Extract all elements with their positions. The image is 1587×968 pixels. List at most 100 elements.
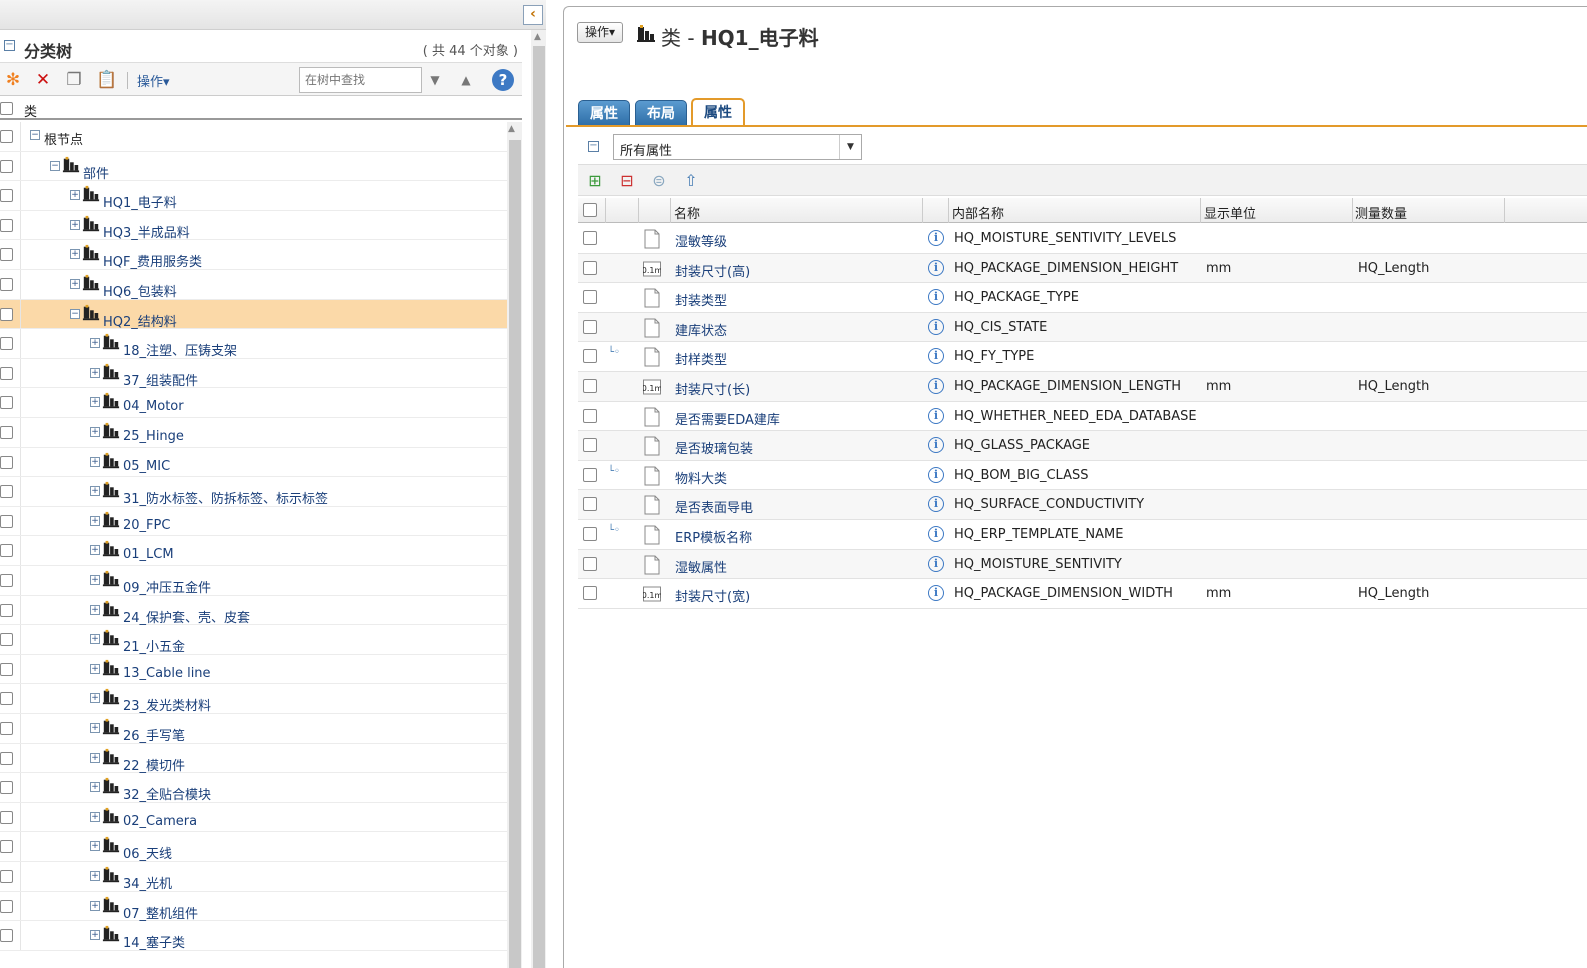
tree-row-checkbox[interactable]	[0, 278, 13, 291]
expand-node-icon[interactable]: +	[90, 456, 100, 467]
attribute-name[interactable]: 湿敏属性	[675, 557, 727, 576]
expand-node-icon[interactable]: +	[90, 397, 100, 408]
new-icon[interactable]: ✻	[3, 70, 23, 90]
tree-row-checkbox[interactable]	[0, 574, 13, 587]
column-display-unit[interactable]: 显示单位	[1204, 203, 1256, 222]
attribute-row[interactable]: └◦ 封样类型 i HQ_FY_TYPE	[578, 342, 1587, 372]
expand-node-icon[interactable]: +	[90, 367, 100, 378]
tree-row-checkbox[interactable]	[0, 396, 13, 410]
attribute-row[interactable]: 封装类型 i HQ_PACKAGE_TYPE	[578, 283, 1587, 313]
tree-row-checkbox[interactable]	[0, 426, 13, 439]
info-icon[interactable]: i	[928, 496, 944, 513]
tree-node-label[interactable]: HQ2_结构料	[103, 311, 177, 330]
info-icon[interactable]: i	[928, 555, 944, 572]
expand-node-icon[interactable]: +	[90, 841, 100, 852]
expand-node-icon[interactable]: +	[90, 811, 100, 822]
tree-row[interactable]: +24_保护套、壳、皮套	[0, 595, 507, 626]
tree-row-checkbox[interactable]	[0, 781, 13, 795]
attribute-name[interactable]: 建库状态	[675, 320, 727, 339]
tree-row[interactable]: +25_Hinge	[0, 418, 507, 448]
attribute-filter-select[interactable]: 所有属性 ▼	[613, 134, 862, 160]
tree-scroll-up-arrow[interactable]: ▲	[508, 124, 515, 134]
tree-node-label[interactable]: 13_Cable line	[123, 666, 211, 681]
tree-node-label[interactable]: 26_手写笔	[123, 725, 185, 744]
collapse-panel-button[interactable]: ‹	[523, 5, 543, 25]
expand-node-icon[interactable]: +	[90, 871, 100, 881]
tree-row[interactable]: − HQ2_结构料	[0, 299, 507, 330]
expand-node-icon[interactable]: +	[90, 427, 100, 437]
expand-node-icon[interactable]: +	[90, 545, 100, 556]
attribute-row-checkbox[interactable]	[583, 438, 597, 453]
expand-node-icon[interactable]: +	[70, 190, 80, 201]
info-icon[interactable]: i	[928, 289, 944, 306]
tree-node-label[interactable]: 18_注塑、压铸支架	[123, 340, 237, 359]
tree-operations-menu[interactable]: 操作▾	[137, 71, 170, 90]
tree-row[interactable]: +21_小五金	[0, 625, 507, 655]
tree-node-label[interactable]: 14_塞子类	[123, 932, 185, 951]
tree-node-label[interactable]: HQ6_包装料	[103, 281, 177, 300]
collapse-filter-icon[interactable]: −	[588, 141, 599, 152]
attribute-row-checkbox[interactable]	[583, 349, 597, 364]
tree-row-checkbox[interactable]	[0, 248, 13, 262]
tree-node-label[interactable]: 25_Hinge	[123, 429, 184, 444]
tree-row-checkbox[interactable]	[0, 633, 13, 647]
help-icon[interactable]: ?	[492, 69, 514, 91]
tree-row[interactable]: − 根节点	[0, 122, 507, 152]
attribute-row[interactable]: 建库状态 i HQ_CIS_STATE	[578, 312, 1587, 343]
add-attribute-icon[interactable]: ⊞	[584, 170, 606, 192]
info-icon[interactable]: i	[928, 348, 944, 365]
tree-node-label[interactable]: 09_冲压五金件	[123, 577, 211, 596]
tree-row[interactable]: +05_MIC	[0, 447, 507, 478]
tree-row[interactable]: +14_塞子类	[0, 921, 507, 951]
attribute-row[interactable]: 湿敏等级 i HQ_MOISTURE_SENTIVITY_LEVELS	[578, 224, 1587, 254]
tree-row[interactable]: +32_全贴合模块	[0, 773, 507, 803]
expand-node-icon[interactable]: +	[90, 604, 100, 615]
tree-node-label[interactable]: 22_模切件	[123, 755, 185, 774]
tree-node-label[interactable]: 21_小五金	[123, 636, 185, 655]
move-up-icon[interactable]: ⇧	[680, 170, 702, 192]
attribute-name[interactable]: 封装类型	[675, 290, 727, 309]
tree-row-checkbox[interactable]	[0, 514, 13, 528]
attribute-row-checkbox[interactable]	[583, 319, 597, 334]
tree-node-label[interactable]: 34_光机	[123, 873, 172, 892]
attribute-row[interactable]: └◦ 物料大类 i HQ_BOM_BIG_CLASS	[578, 461, 1587, 491]
attribute-row-checkbox[interactable]	[583, 290, 597, 305]
tree-node-label[interactable]: 05_MIC	[123, 459, 170, 474]
tree-row-checkbox[interactable]	[0, 722, 13, 735]
tree-row[interactable]: +06_天线	[0, 832, 507, 862]
tree-node-label[interactable]: 23_发光类材料	[123, 695, 211, 714]
copy-icon[interactable]: ❐	[64, 70, 84, 90]
info-icon[interactable]: i	[928, 526, 944, 542]
operations-button[interactable]: 操作▾	[577, 22, 623, 43]
tree-row[interactable]: +04_Motor	[0, 388, 507, 418]
info-icon[interactable]: i	[928, 318, 944, 335]
attribute-row-checkbox[interactable]	[583, 379, 597, 393]
tree-row-checkbox[interactable]	[0, 751, 13, 765]
attribute-name[interactable]: 封样类型	[675, 349, 727, 368]
clear-icon[interactable]: ⊜	[648, 170, 670, 192]
tab-attributes-active[interactable]: 属性	[691, 98, 745, 127]
tree-node-label[interactable]: 31_防水标签、防拆标签、标示标签	[123, 488, 328, 507]
attribute-name[interactable]: 物料大类	[675, 468, 727, 487]
attribute-row-checkbox[interactable]	[583, 497, 597, 512]
info-icon[interactable]: i	[928, 407, 944, 424]
tree-row-checkbox[interactable]	[0, 692, 13, 706]
tree-row-checkbox[interactable]	[0, 485, 13, 499]
tree-row-checkbox[interactable]	[0, 366, 13, 380]
tree-row[interactable]: +01_LCM	[0, 536, 507, 566]
tree-row[interactable]: + HQF_费用服务类	[0, 240, 507, 270]
tree-row[interactable]: + HQ1_电子料	[0, 181, 507, 211]
tree-node-label[interactable]: 根节点	[44, 129, 83, 148]
attribute-row-checkbox[interactable]	[583, 231, 597, 245]
panel-scroll-up-arrow[interactable]: ▲	[534, 32, 541, 42]
tree-row[interactable]: +22_模切件	[0, 743, 507, 774]
attribute-row-checkbox[interactable]	[583, 527, 597, 541]
column-internal-name[interactable]: 内部名称	[952, 203, 1004, 222]
attribute-name[interactable]: 封装尺寸(长)	[675, 379, 750, 398]
tree-row-checkbox[interactable]	[0, 870, 13, 883]
tree-row[interactable]: +09_冲压五金件	[0, 566, 507, 596]
collapse-section-icon[interactable]: −	[4, 40, 15, 51]
tree-row-checkbox[interactable]	[0, 189, 13, 203]
tree-row[interactable]: +26_手写笔	[0, 714, 507, 744]
expand-node-icon[interactable]: +	[90, 782, 100, 793]
